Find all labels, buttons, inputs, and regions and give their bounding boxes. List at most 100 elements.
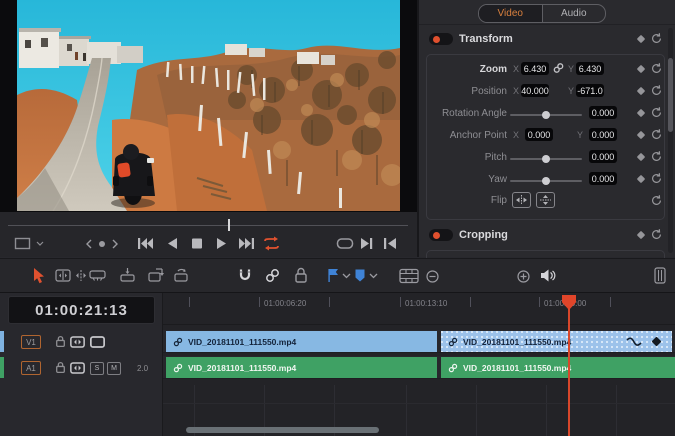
pitch-label: Pitch bbox=[484, 152, 507, 163]
position-y-value[interactable]: -671.0 bbox=[576, 84, 604, 97]
video-clip[interactable]: VID_20181101_111550.mp4 bbox=[166, 331, 437, 352]
loop-button[interactable] bbox=[262, 236, 281, 251]
loop-range-button[interactable] bbox=[336, 237, 354, 250]
inspector-scrollbar[interactable] bbox=[668, 28, 673, 253]
edit-toolbar: DIM bbox=[0, 258, 675, 293]
audio-clip[interactable]: VID_20181101_111550.mp4 bbox=[166, 357, 437, 378]
zoom-x-value[interactable]: 6.430 bbox=[521, 62, 549, 75]
play-button[interactable] bbox=[215, 237, 228, 250]
tab-video[interactable]: Video bbox=[479, 5, 543, 22]
zoom-y-value[interactable]: 6.430 bbox=[576, 62, 604, 75]
clip-name: VID_20181101_111550.mp4 bbox=[463, 336, 572, 347]
rotation-reset-icon[interactable] bbox=[650, 106, 663, 119]
yaw-reset-icon[interactable] bbox=[650, 172, 663, 185]
a1-auto-select-icon[interactable] bbox=[70, 362, 85, 374]
cropping-keyframe-icon[interactable] bbox=[636, 230, 646, 240]
anchor-reset-icon[interactable] bbox=[650, 128, 663, 141]
a1-solo-button[interactable]: S bbox=[90, 362, 104, 375]
anchor-y-value[interactable]: 0.000 bbox=[589, 128, 617, 141]
mixer-button[interactable] bbox=[654, 267, 666, 284]
solo-label: S bbox=[94, 365, 100, 372]
timeline-view-options-button[interactable] bbox=[399, 268, 419, 284]
tab-audio[interactable]: Audio bbox=[543, 5, 606, 22]
audio-clip[interactable]: VID_20181101_111550.mp4 bbox=[441, 357, 675, 378]
flip-vertical-icon bbox=[540, 195, 551, 205]
a1-mute-button[interactable]: M bbox=[107, 362, 121, 375]
skip-end-button[interactable] bbox=[238, 237, 255, 250]
insert-clip-button[interactable] bbox=[119, 268, 136, 283]
timeline-ruler[interactable] bbox=[163, 293, 675, 325]
clip-name: VID_20181101_111550.mp4 bbox=[463, 362, 572, 373]
play-to-end-button[interactable] bbox=[360, 237, 374, 250]
zoom-in-button[interactable] bbox=[517, 270, 530, 283]
grid-line bbox=[406, 385, 407, 436]
pitch-slider-handle[interactable] bbox=[542, 155, 550, 163]
cropping-enable-toggle[interactable] bbox=[429, 229, 453, 241]
timeline-hscrollbar-thumb[interactable] bbox=[186, 427, 379, 433]
position-x-value[interactable]: 40.000 bbox=[521, 84, 549, 97]
snapping-button[interactable] bbox=[237, 268, 253, 284]
inspector-scrollbar-thumb[interactable] bbox=[668, 58, 673, 132]
viewer-scrubber[interactable] bbox=[8, 218, 408, 232]
flag-dropdown-chevron-icon[interactable] bbox=[342, 273, 351, 279]
yaw-slider-handle[interactable] bbox=[542, 177, 550, 185]
rotation-value[interactable]: 0.000 bbox=[589, 106, 617, 119]
dynamic-trim-mode-button[interactable] bbox=[73, 269, 89, 282]
v1-lock-icon[interactable] bbox=[55, 335, 66, 348]
position-lock-button[interactable] bbox=[294, 267, 308, 284]
clip-link-icon bbox=[173, 337, 183, 346]
flip-horizontal-button[interactable] bbox=[512, 192, 531, 208]
pitch-value[interactable]: 0.000 bbox=[589, 150, 617, 163]
cropping-reset-icon[interactable] bbox=[650, 228, 663, 241]
v1-track-badge[interactable]: V1 bbox=[21, 335, 41, 349]
retime-curve-icon[interactable] bbox=[626, 337, 642, 347]
flip-reset-icon[interactable] bbox=[650, 194, 663, 207]
flag-button[interactable] bbox=[326, 268, 339, 283]
v1-enable-icon[interactable] bbox=[90, 336, 105, 348]
transform-overlay-icon bbox=[14, 237, 31, 250]
stop-button[interactable] bbox=[191, 237, 203, 250]
transform-keyframe-icon[interactable] bbox=[636, 34, 646, 44]
linked-selection-button[interactable] bbox=[265, 268, 280, 283]
play-reverse-button[interactable] bbox=[166, 237, 179, 250]
skip-start-button[interactable] bbox=[137, 237, 154, 250]
trim-edit-mode-button[interactable] bbox=[55, 269, 71, 282]
ruler-timecode-label: 01:00:13:10 bbox=[405, 299, 448, 308]
transform-overlay-button[interactable] bbox=[14, 236, 46, 252]
anchor-x-value[interactable]: 0.000 bbox=[525, 128, 553, 141]
playhead-line[interactable] bbox=[568, 303, 570, 436]
rotation-label: Rotation Angle bbox=[441, 108, 507, 119]
timeline-panel: 01:00:21:13 01:00:06:20 01:00:13:10 01:0… bbox=[0, 293, 675, 436]
position-reset-icon[interactable] bbox=[650, 84, 663, 97]
flip-horizontal-icon bbox=[516, 195, 527, 205]
marker-dropdown-chevron-icon[interactable] bbox=[369, 273, 378, 279]
zoom-out-button[interactable] bbox=[426, 270, 439, 283]
zoom-x-axis: X bbox=[513, 64, 520, 74]
marker-button[interactable] bbox=[354, 268, 366, 283]
scrubber-playhead[interactable] bbox=[228, 219, 230, 231]
anchor-label: Anchor Point bbox=[449, 130, 507, 141]
transform-enable-toggle[interactable] bbox=[429, 33, 453, 45]
goto-in-button[interactable] bbox=[383, 237, 397, 250]
transform-reset-icon[interactable] bbox=[650, 32, 663, 45]
flip-vertical-button[interactable] bbox=[536, 192, 555, 208]
blade-edit-mode-button[interactable] bbox=[89, 269, 106, 282]
overwrite-clip-button[interactable] bbox=[147, 268, 164, 283]
ruler-tick bbox=[470, 297, 471, 307]
selection-mode-button[interactable] bbox=[32, 267, 46, 284]
rotation-slider-handle[interactable] bbox=[542, 111, 550, 119]
jog-shuttle-control[interactable] bbox=[86, 238, 118, 250]
a1-track-badge[interactable]: A1 bbox=[21, 361, 41, 375]
link-xy-icon[interactable] bbox=[553, 62, 564, 74]
v1-auto-select-icon[interactable] bbox=[70, 336, 85, 348]
clip-keyframe-icon[interactable] bbox=[651, 336, 662, 347]
yaw-value[interactable]: 0.000 bbox=[589, 172, 617, 185]
video-clip-selected[interactable]: VID_20181101_111550.mp4 bbox=[441, 331, 672, 352]
ruler-tick bbox=[329, 297, 330, 307]
pitch-reset-icon[interactable] bbox=[650, 150, 663, 163]
replace-clip-button[interactable] bbox=[173, 268, 190, 283]
speaker-icon[interactable] bbox=[540, 268, 556, 283]
zoom-reset-icon[interactable] bbox=[650, 62, 663, 75]
timecode-display[interactable]: 01:00:21:13 bbox=[8, 296, 155, 324]
a1-lock-icon[interactable] bbox=[55, 361, 66, 374]
